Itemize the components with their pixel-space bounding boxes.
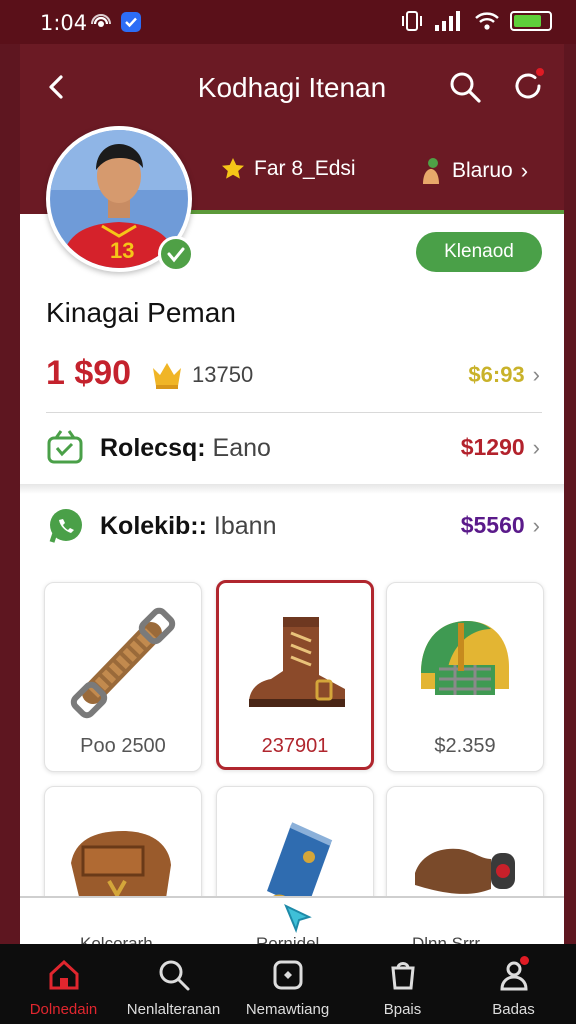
chevron-right-icon: › (532, 434, 540, 460)
price-row[interactable]: 1 $90 13750 $6:93 › (46, 354, 540, 400)
header-accent-line (190, 210, 564, 214)
home-icon (49, 959, 78, 990)
helmet-icon (421, 621, 509, 695)
item-caption: Kolcorarh (80, 934, 153, 944)
nav-item-search[interactable]: Nenlalteranan (116, 958, 231, 1018)
strap-buckle-icon (70, 607, 176, 719)
row-label: Rolecsq: (100, 434, 206, 462)
item-caption: Poo 2500 (80, 735, 166, 757)
stat-favorites-label: Far 8_Edsi (254, 157, 356, 180)
row-label: Kolekib:: (100, 512, 207, 540)
search-icon (159, 960, 189, 991)
scroll-fade: Kolcorarh Rornidel Dlnn Srrr (20, 896, 564, 944)
bag-icon (390, 962, 415, 990)
tag-icon (273, 960, 302, 990)
coin-count: 13750 (192, 362, 254, 387)
row-value: $1290 (460, 434, 525, 460)
jersey-number: 13 (110, 238, 134, 263)
notification-button[interactable] (512, 66, 546, 107)
verified-icon (121, 12, 141, 32)
vibrate-icon (402, 11, 422, 31)
nav-item-bag[interactable]: Bpais (345, 958, 460, 1018)
status-time: 1:04 (40, 11, 88, 35)
figure-icon (423, 158, 439, 184)
stat-status[interactable]: Blaruo › (418, 156, 528, 186)
nav-item-home[interactable]: Dolnedain (6, 958, 121, 1018)
chevron-right-icon: › (520, 158, 529, 183)
notification-dot (534, 66, 546, 78)
verified-badge-icon (158, 236, 194, 272)
row-sublabel: Ibann (213, 512, 277, 540)
section-shadow (20, 484, 564, 494)
tap-cursor-icon (284, 903, 312, 933)
nav-label: Bpais (383, 1001, 422, 1018)
search-icon[interactable] (448, 70, 482, 104)
nav-label: Badas (492, 1001, 535, 1018)
item-caption: Dlnn Srrr (412, 934, 481, 944)
whatsapp-icon (49, 509, 82, 543)
star-icon (222, 158, 244, 179)
chevron-right-icon: › (532, 512, 540, 538)
stat-favorites[interactable]: Far 8_Edsi (220, 156, 356, 182)
nav-label: Nenlalteranan (126, 1001, 221, 1018)
price-value: 1 $90 (46, 354, 132, 392)
item-card[interactable]: Poo 2500 (44, 582, 202, 772)
cell-signal-icon (435, 11, 460, 31)
chevron-right-icon: › (532, 362, 540, 387)
nav-item-profile[interactable]: Badas (456, 958, 571, 1018)
boot-icon (249, 617, 345, 707)
nav-label: Dolnedain (29, 1001, 98, 1018)
bottom-nav: Dolnedain Nenlalteranan Nemawtiang Bpais… (0, 944, 576, 1024)
page-title: Kodhagi Itenan (197, 72, 387, 103)
item-card-selected[interactable]: 237901 (216, 580, 374, 770)
nav-label: Nemawtiang (245, 1001, 330, 1018)
row-value: $5560 (460, 512, 525, 538)
item-card[interactable]: $2.359 (386, 582, 544, 772)
notification-dot (520, 956, 529, 965)
item-caption: $2.359 (434, 735, 496, 757)
crown-icon (153, 363, 181, 389)
hotspot-icon (91, 14, 111, 27)
list-row-kolekib[interactable]: Kolekib:: Ibann $5560 › (46, 502, 540, 552)
status-badge[interactable]: Klenaod (416, 232, 542, 272)
divider (46, 412, 542, 413)
player-name: Kinagai Peman (46, 297, 236, 328)
right-value: $6:93 (468, 362, 525, 387)
profile-screen: Kodhagi Itenan Far 8_Edsi Blaruo › 13 Kl… (20, 44, 564, 944)
list-row-rolecsq[interactable]: Rolecsq: Eano $1290 › (46, 424, 540, 474)
battery-icon (510, 11, 552, 31)
row-sublabel: Eano (212, 434, 271, 462)
nav-item-market[interactable]: Nemawtiang (230, 958, 345, 1018)
wifi-icon (475, 12, 499, 30)
stat-status-label: Blaruo (452, 159, 513, 182)
status-bar: 1:04 (0, 0, 576, 44)
basket-icon (47, 430, 83, 464)
item-caption: 237901 (261, 735, 329, 757)
